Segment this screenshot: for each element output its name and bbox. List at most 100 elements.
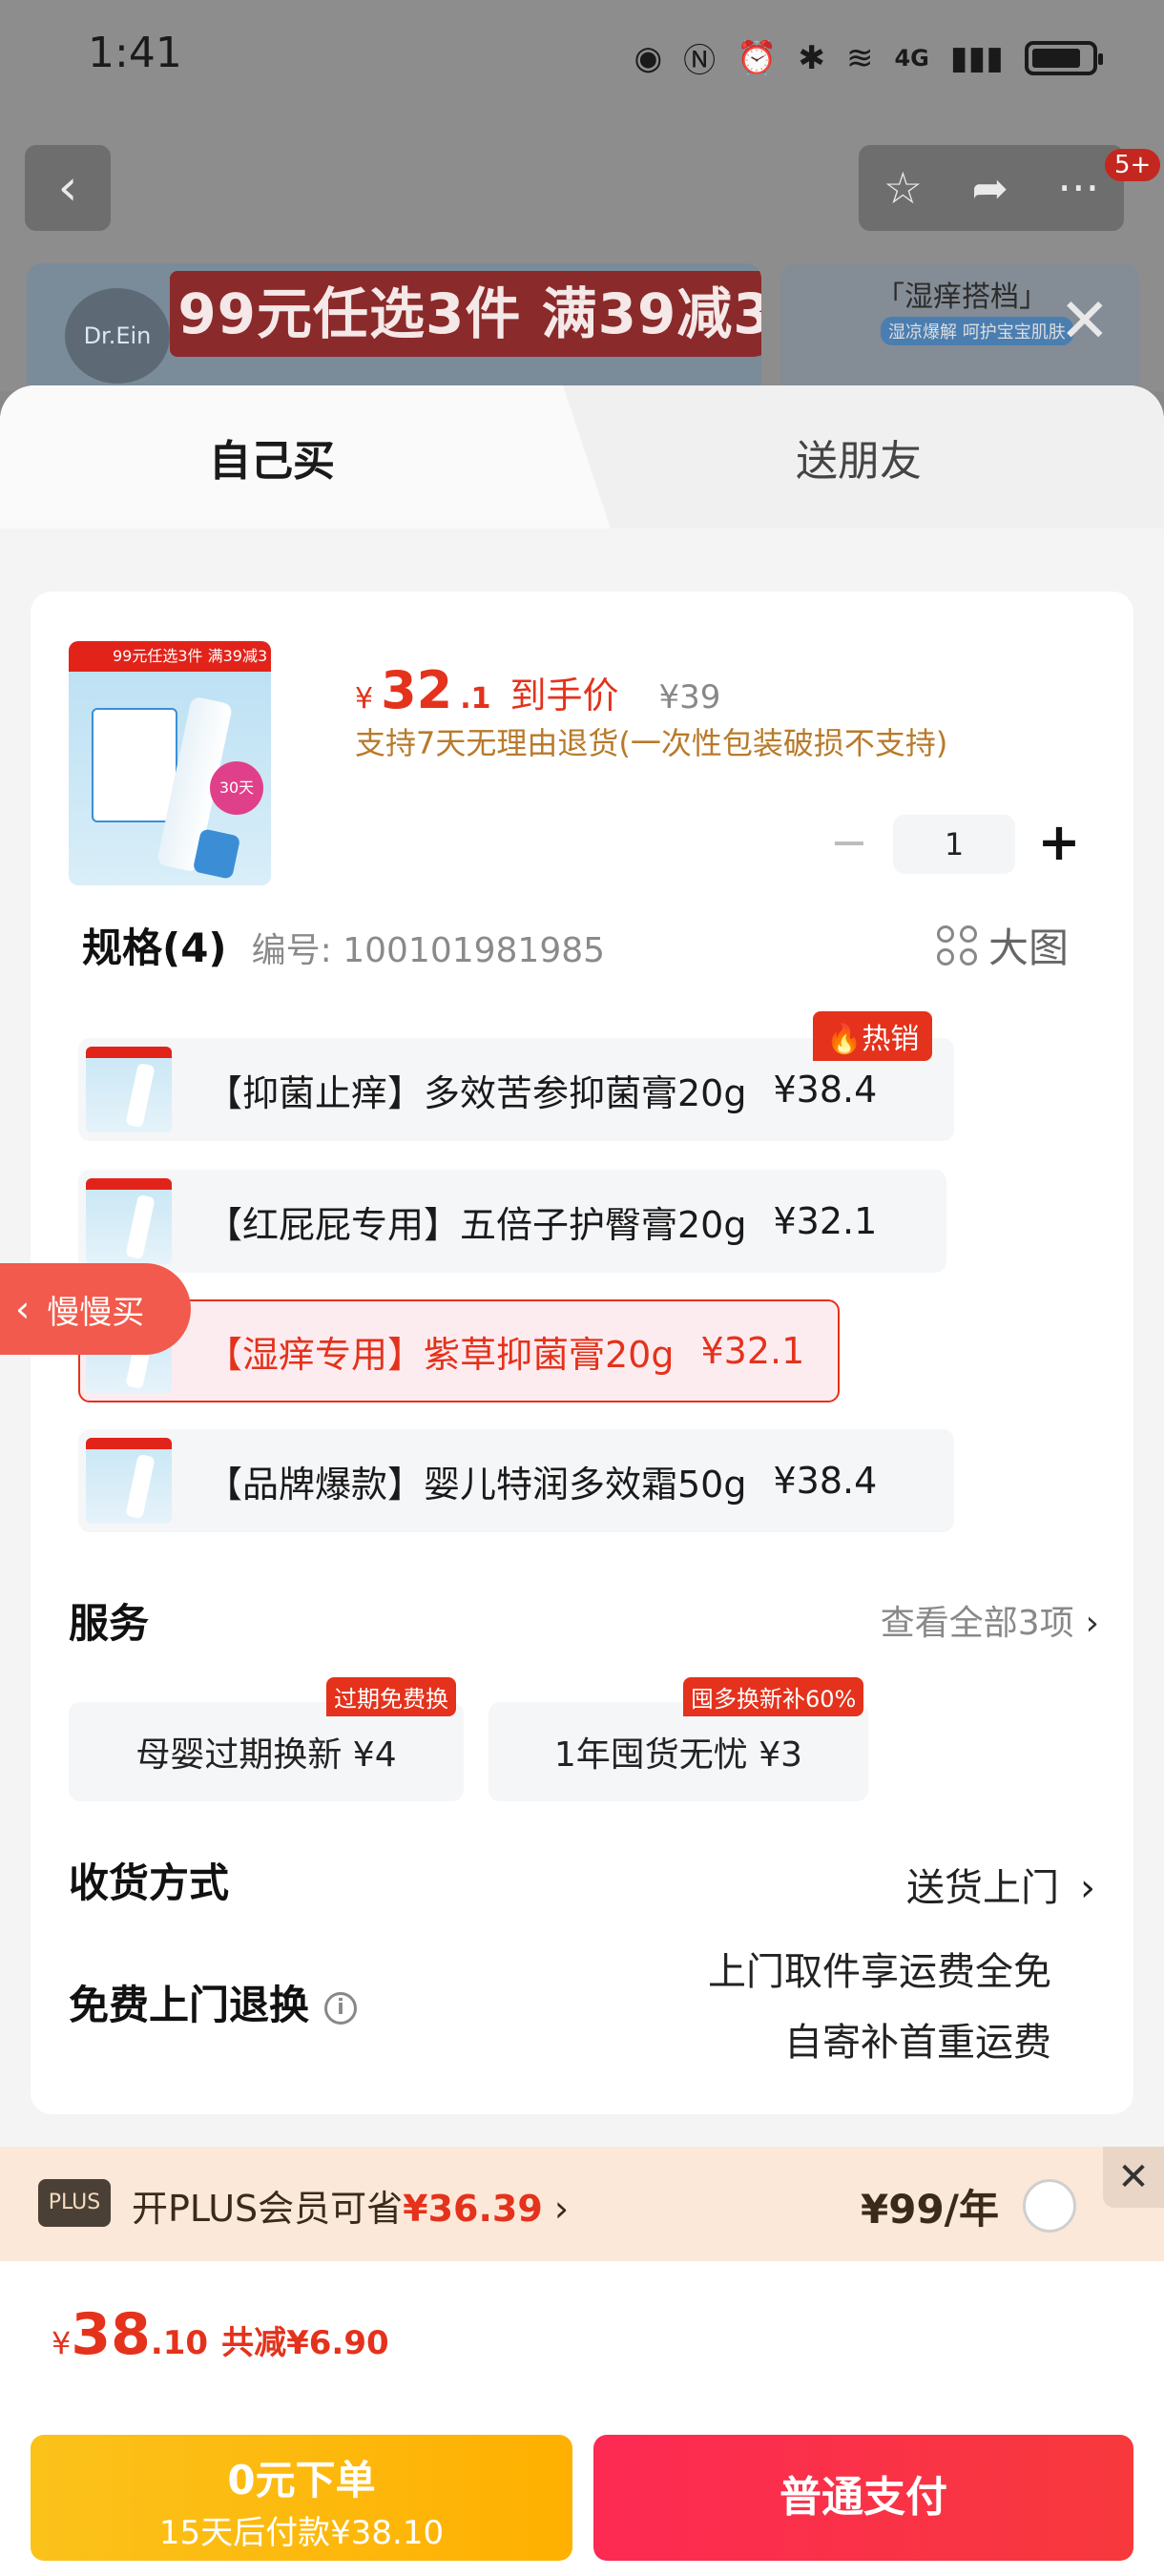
delivery-label: 收货方式 [69,1859,230,1906]
price-decimal: .1 [460,682,491,716]
close-icon[interactable]: ✕ [1103,2147,1164,2208]
pay-later-button[interactable]: 0元下单 15天后付款¥38.10 [31,2435,572,2561]
chevron-left-icon: ‹ [57,159,78,217]
increase-button[interactable]: + [1030,816,1088,873]
back-button[interactable]: ‹ [25,145,111,231]
nfc-icon: Ⓝ [683,42,717,80]
price-main: 32 [381,660,453,720]
grid-icon [936,924,977,966]
brand-logo: Dr.Ein [65,288,170,384]
quantity-value[interactable]: 1 [893,815,1015,874]
product-card: 99元任选3件 满39减3 30天 ¥ 32 .1 到手价 ¥39 支持7天无理… [31,592,1133,2114]
spec-option-selected[interactable]: 【湿痒专用】紫草抑菌膏20g ¥32.1 [78,1299,840,1402]
spec-option[interactable]: 【品牌爆款】婴儿特润多效霜50g ¥38.4 [78,1429,954,1532]
price-symbol: ¥ [355,682,374,716]
more-icon[interactable]: ··· [1057,162,1099,214]
total-symbol: ¥ [52,2325,72,2361]
pay-later-title: 0元下单 [227,2457,376,2503]
spec-price: ¥32.1 [700,1330,805,1372]
price-row: ¥ 32 .1 到手价 ¥39 [355,660,720,720]
view-all-services[interactable]: 查看全部3项 › [881,1595,1099,1645]
chevron-right-icon: › [1080,1866,1095,1910]
total-main: 38 [71,2301,151,2368]
slow-buy-tag[interactable]: ‹ 慢慢买 [0,1263,191,1355]
wifi-icon: ≋ [845,38,874,77]
plus-membership-bar[interactable]: PLUS 开PLUS会员可省¥36.39 › ¥99/年 ✕ [0,2147,1164,2261]
original-price: ¥39 [658,678,721,717]
promo-text: 99元任选3件 满39减3 [170,271,761,357]
pay-later-sub: 15天后付款¥38.10 [158,2514,445,2552]
plus-offer-text: 开PLUS会员可省¥36.39 › [132,2179,569,2232]
promo-banner[interactable]: Dr.Ein 99元任选3件 满39减3 [27,263,761,391]
notification-badge: 5+ [1105,149,1161,181]
status-bar: 1:41 ◉ Ⓝ ⏰ ✱ ≋ 4G ▮▮▮ [0,0,1164,114]
total-decimal: .10 [150,2324,209,2362]
close-icon[interactable]: ✕ [1059,286,1111,357]
spec-name: 【抑菌止痒】多效苦参抑菌膏20g [206,1071,747,1114]
view-all-label: 查看全部3项 [880,1604,1074,1643]
free-return-label: 免费上门退换 i [69,1973,358,2031]
delivery-method[interactable]: 送货上门 › [906,1857,1095,1912]
purchase-sheet: 送朋友 自己买 99元任选3件 满39减3 30天 ¥ 32 .1 到手价 ¥3… [0,385,1164,2576]
status-icons: ◉ Ⓝ ⏰ ✱ ≋ 4G ▮▮▮ [634,34,1103,81]
side-banner-title: 「湿痒搭档」 [876,280,1048,314]
return-policy-note: 支持7天无理由退货(一次性包装破损不支持) [355,725,948,761]
total-price: ¥ 38 .10 共减¥6.90 [52,2301,389,2368]
signal-icon: ▮▮▮ [949,38,1004,77]
service-tag: 过期免费换 [326,1677,456,1716]
network-label: 4G [894,44,929,72]
top-actions: ☆ ➦ ··· [859,145,1124,231]
services-title: 服务 [69,1600,150,1647]
share-icon[interactable]: ➦ [971,162,1008,214]
info-icon[interactable]: i [324,1991,358,2025]
bluetooth-icon: ✱ [798,38,825,77]
service-option[interactable]: 母婴过期换新 ¥4 [69,1702,464,1801]
plus-badge: PLUS [38,2179,111,2227]
big-picture-button[interactable]: 大图 [936,916,1069,974]
spec-thumbnail [86,1047,172,1132]
plus-price: ¥99/年 [861,2186,1000,2233]
total-discount: 共减¥6.90 [221,2324,389,2362]
chevron-left-icon: ‹ [15,1288,31,1330]
spec-name: 【湿痒专用】紫草抑菌膏20g [206,1333,675,1376]
hot-badge-label: 热销 [862,1023,920,1056]
tab-gift[interactable]: 送朋友 [611,385,1164,529]
decrease-button[interactable]: − [821,816,878,873]
big-picture-label: 大图 [987,924,1069,971]
free-return-details: 上门取件享运费全免 自寄补首重运费 [708,1937,1051,2078]
side-banner-sub: 湿凉爆解 呵护宝宝肌肤 [881,317,1073,345]
return-line-2: 自寄补首重运费 [784,2021,1051,2065]
buy-tabs: 送朋友 自己买 [0,385,1164,529]
delivery-value: 送货上门 [906,1866,1059,1910]
status-time: 1:41 [88,29,182,77]
spec-title: 规格(4) [82,924,227,971]
thumbnail-badge: 30天 [210,761,263,815]
thumbnail-promo-tag: 99元任选3件 满39减3 [69,641,271,672]
normal-pay-button[interactable]: 普通支付 [593,2435,1133,2561]
spec-thumbnail [86,1438,172,1524]
service-option[interactable]: 1年囤货无忧 ¥3 [488,1702,868,1801]
service-tag: 囤多换新补60% [683,1677,864,1716]
flame-icon: 🔥 [826,1023,863,1056]
chevron-right-icon: › [542,2188,570,2230]
spec-name: 【红屁屁专用】五倍子护臀膏20g [206,1203,747,1246]
eye-icon: ◉ [634,38,663,77]
plus-select-radio[interactable] [1023,2179,1076,2233]
product-cap-image [192,828,241,880]
spec-option[interactable]: 【红屁屁专用】五倍子护臀膏20g ¥32.1 [78,1170,946,1273]
quantity-stepper: − 1 + [821,815,1088,874]
tab-self-buy[interactable]: 自己买 [0,385,611,529]
alarm-icon: ⏰ [737,38,778,77]
spec-price: ¥32.1 [773,1200,878,1242]
favorite-star-icon[interactable]: ☆ [883,162,923,214]
product-code: 编号: 100101981985 [251,931,606,970]
action-bar: 0元下单 15天后付款¥38.10 普通支付 [0,2404,1164,2576]
product-thumbnail[interactable]: 99元任选3件 满39减3 30天 [69,641,271,885]
spec-header: 规格(4) 编号: 100101981985 大图 [82,916,1112,974]
price-label: 到手价 [509,675,619,717]
return-line-1: 上门取件享运费全免 [708,1950,1051,1994]
spec-price: ¥38.4 [773,1460,878,1502]
total-bar: ¥ 38 .10 共减¥6.90 [0,2261,1164,2404]
free-return-text: 免费上门退换 [69,1982,310,2028]
spec-name: 【品牌爆款】婴儿特润多效霜50g [206,1463,747,1506]
